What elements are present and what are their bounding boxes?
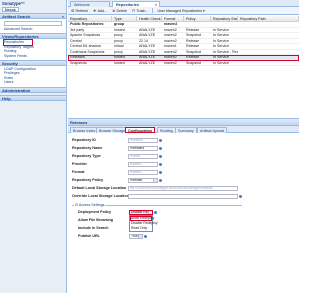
administration-title: Administration: [2, 87, 31, 93]
format-field[interactable]: maven2: [128, 169, 158, 175]
repository-name-label: Repository Name: [72, 146, 103, 150]
form-row-repository-id: Repository ID releases: [72, 137, 162, 143]
trash-button[interactable]: Trash...: [131, 8, 150, 14]
form-row-repository-name: Repository Name Releases: [72, 145, 162, 151]
cell-repository-path: [238, 61, 299, 67]
help-icon[interactable]: [159, 178, 162, 182]
delete-button[interactable]: Delete: [111, 8, 128, 14]
chevron-down-icon: ▾: [202, 8, 205, 13]
form-row-repository-policy: Repository Policy Release: [72, 177, 162, 183]
form-row-allow-file-browsing: Allow File Browsing: [78, 217, 129, 223]
nexus-logo-button[interactable]: Nexus: [2, 7, 19, 12]
cell-repository-status: In Service: [213, 60, 229, 65]
deployment-policy-select[interactable]: Disable Redeploy: [129, 209, 153, 215]
grid-body: Public Repositories group maven2 3rd party h…: [68, 22, 299, 66]
table-row[interactable]: Snapshots hosted ANALYZE maven2 Snapshot In S…: [68, 60, 299, 67]
help-title: Help: [2, 95, 11, 101]
form-row-default-storage: Default Local Storage Location file:/hom…: [72, 185, 238, 191]
cell-repository: Snapshots: [70, 60, 87, 65]
include-in-search-label: Include in Search: [78, 226, 109, 230]
form-row-format: Format maven2: [72, 169, 162, 175]
refresh-button[interactable]: Refresh: [70, 8, 89, 14]
publish-url-label: Publish URL: [78, 234, 100, 238]
help-icon[interactable]: [159, 154, 162, 158]
sidebar: Sonatype™ Nexus Artifact Search « Advanc…: [0, 0, 67, 293]
form-row-override-storage: Override Local Storage Location: [72, 193, 242, 199]
advanced-search-link[interactable]: Advanced Search: [4, 27, 64, 31]
artifact-search-header[interactable]: Artifact Search «: [0, 13, 66, 19]
repositories-grid: Repository Type Health Check Format Poli…: [68, 16, 299, 118]
override-storage-label: Override Local Storage Location: [72, 194, 129, 198]
repository-id-field[interactable]: releases: [128, 137, 158, 143]
administration-header[interactable]: Administration: [0, 86, 66, 93]
security-title: Security: [2, 60, 18, 66]
dropdown-option-read-only[interactable]: Read Only: [130, 226, 152, 231]
provider-label: Provider: [72, 162, 87, 166]
repository-policy-select[interactable]: Release: [128, 177, 158, 183]
repository-type-label: Repository Type: [72, 154, 101, 158]
repository-detail-panel: Releases Browse Index Browse Storage Con…: [68, 120, 299, 293]
form-row-publish-url: Publish URL True: [78, 233, 147, 239]
user-managed-repositories-dropdown[interactable]: User Managed Repositories ▾: [156, 8, 205, 14]
refresh-label: Refresh: [75, 8, 89, 13]
form-row-provider: Provider Maven2: [72, 161, 162, 167]
help-icon[interactable]: [154, 210, 157, 214]
repository-policy-label: Repository Policy: [72, 178, 104, 182]
artifact-search-input[interactable]: [4, 21, 62, 26]
trash-label: Trash...: [136, 8, 149, 13]
trash-icon: [132, 9, 136, 13]
repositories-toolbar: Refresh Add... Delete Trash... User Mana…: [68, 7, 299, 15]
override-storage-field[interactable]: [128, 193, 238, 199]
default-storage-field[interactable]: file:/home/nxrm/sonatype-work/nexus/stor…: [128, 185, 238, 191]
form-row-repository-type: Repository Type hosted: [72, 153, 162, 159]
help-icon[interactable]: [239, 194, 242, 198]
help-icon[interactable]: [144, 234, 147, 238]
artifact-search-title: Artifact Search: [2, 14, 31, 19]
cell-policy: Snapshot: [186, 60, 202, 65]
form-row-include-in-search: Include in Search: [78, 225, 129, 231]
configuration-form: Repository ID releases Repository Name R…: [68, 120, 299, 293]
user-managed-label: User Managed Repositories: [157, 8, 202, 13]
brand-title: Sonatype™: [2, 1, 26, 6]
add-icon: [93, 9, 97, 12]
refresh-icon: [71, 9, 75, 12]
add-button[interactable]: Add...: [92, 8, 108, 14]
help-icon[interactable]: [159, 162, 162, 166]
views-repositories-header[interactable]: Views/Repositories: [0, 33, 66, 40]
main-tab-bar: Welcome Repositories ×: [68, 0, 299, 7]
help-icon[interactable]: [159, 170, 162, 174]
deployment-policy-label: Deployment Policy: [78, 210, 111, 214]
repository-type-field[interactable]: hosted: [128, 153, 158, 159]
delete-icon: [112, 9, 116, 12]
access-settings-title: Access Settings: [78, 203, 105, 207]
help-icon[interactable]: [159, 138, 162, 142]
views-repositories-title: Views/Repositories: [2, 34, 39, 40]
add-label: Add...: [97, 8, 107, 13]
security-header[interactable]: Security: [0, 59, 66, 66]
format-label: Format: [72, 170, 85, 174]
access-settings-legend[interactable]: ⊟ Access Settings: [74, 203, 106, 207]
toolbar-divider: [152, 8, 154, 13]
deployment-policy-dropdown-menu: Allow Redeploy Disable Redeploy Read Onl…: [129, 215, 158, 232]
collapse-icon[interactable]: «: [62, 14, 64, 20]
cell-health-check: ANALYZE: [139, 60, 156, 65]
default-storage-label: Default Local Storage Location: [72, 186, 127, 190]
cell-type: hosted: [114, 60, 125, 65]
sidebar-item-users[interactable]: Users: [4, 80, 64, 84]
delete-label: Delete: [116, 8, 127, 13]
allow-file-browsing-label: Allow File Browsing: [78, 218, 114, 222]
help-icon[interactable]: [159, 146, 162, 150]
help-header[interactable]: Help: [0, 94, 66, 101]
sidebar-item-system-feeds[interactable]: System Feeds: [4, 54, 64, 58]
cell-format: maven2: [164, 60, 177, 65]
provider-field[interactable]: Maven2: [128, 161, 158, 167]
repository-name-field[interactable]: Releases: [128, 145, 158, 151]
publish-url-select[interactable]: True: [129, 233, 143, 239]
repository-id-label: Repository ID: [72, 138, 96, 142]
